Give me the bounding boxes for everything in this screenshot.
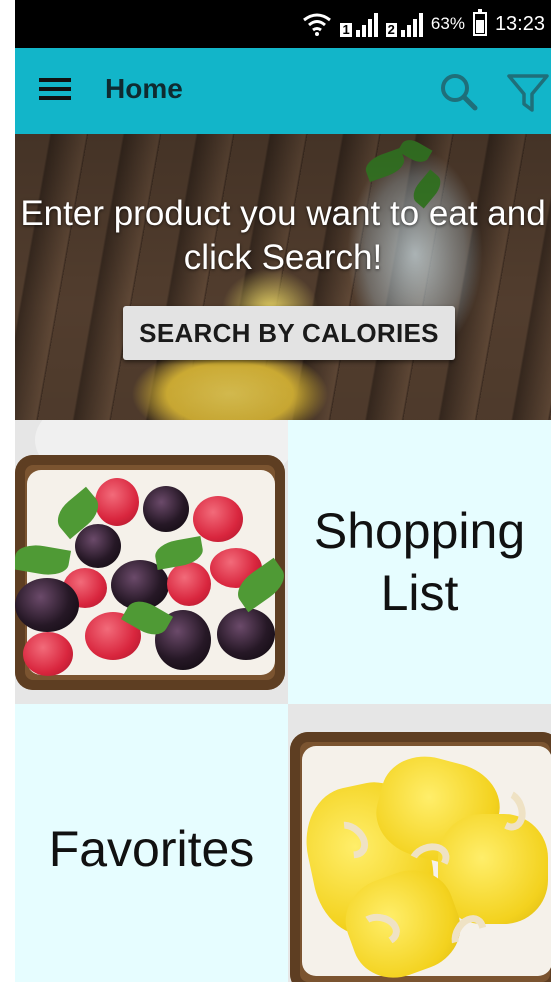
clock: 13:23: [494, 12, 545, 35]
status-bar: 1 2 63% 13:23: [15, 0, 551, 48]
favorites-tile[interactable]: Favorites: [15, 704, 288, 982]
filter-icon[interactable]: [505, 68, 551, 116]
sim2-label: 2: [385, 22, 397, 37]
wifi-icon: [303, 13, 332, 36]
shopping-list-label: Shopping List: [313, 503, 526, 621]
pineapple-toast-image[interactable]: [288, 704, 551, 982]
berries-toast-image[interactable]: [15, 420, 288, 704]
battery-percent: 63%: [430, 14, 465, 33]
search-by-calories-button[interactable]: SEARCH BY CALORIES: [123, 306, 455, 360]
hamburger-menu-icon[interactable]: [39, 78, 71, 104]
app-screen: 1 2 63% 13:23 Home Enter product you wan…: [15, 0, 551, 982]
sim1-label: 1: [340, 22, 352, 37]
favorites-label: Favorites: [48, 821, 255, 877]
sim2-signal-icon: 2: [385, 11, 423, 37]
banner-instruction: Enter product you want to eat and click …: [20, 194, 546, 277]
mint-leaf-decoration: [362, 147, 408, 183]
search-icon[interactable]: [435, 68, 483, 116]
app-toolbar: Home: [15, 48, 551, 134]
page-title: Home: [105, 73, 183, 104]
battery-icon: [472, 9, 487, 36]
sim1-signal-icon: 1: [340, 11, 378, 37]
shopping-list-tile[interactable]: Shopping List: [288, 420, 551, 704]
mint-leaf-decoration: [397, 135, 433, 167]
search-banner: Enter product you want to eat and click …: [15, 134, 551, 420]
